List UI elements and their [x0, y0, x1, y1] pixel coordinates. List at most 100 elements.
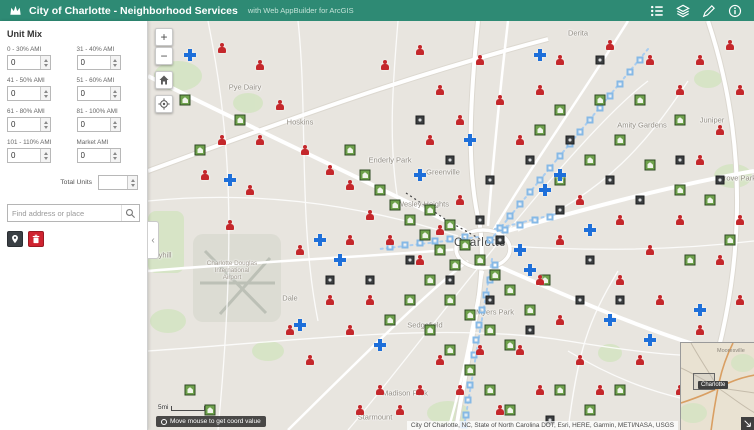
- search-button[interactable]: [121, 205, 139, 221]
- field-input[interactable]: [77, 118, 110, 131]
- marker-dark[interactable]: [525, 325, 535, 335]
- marker-dark[interactable]: [615, 295, 625, 305]
- marker-cross[interactable]: [644, 334, 656, 346]
- spinner-arrows[interactable]: [109, 56, 120, 69]
- marker-red[interactable]: [456, 195, 464, 205]
- marker-rail[interactable]: [626, 68, 634, 76]
- marker-red[interactable]: [696, 155, 704, 165]
- marker-rail[interactable]: [516, 200, 524, 208]
- marker-dark[interactable]: [475, 215, 485, 225]
- marker-dark[interactable]: [595, 55, 605, 65]
- marker-green[interactable]: [464, 309, 476, 321]
- marker-red[interactable]: [616, 215, 624, 225]
- marker-green[interactable]: [594, 94, 606, 106]
- marker-green[interactable]: [464, 364, 476, 376]
- info-button[interactable]: [727, 3, 742, 18]
- marker-cross[interactable]: [334, 254, 346, 266]
- marker-rail[interactable]: [462, 411, 470, 419]
- marker-rail[interactable]: [556, 152, 564, 160]
- marker-red[interactable]: [256, 60, 264, 70]
- marker-cross[interactable]: [464, 134, 476, 146]
- legend-button[interactable]: [649, 3, 664, 18]
- marker-rail[interactable]: [576, 128, 584, 136]
- marker-red[interactable]: [556, 55, 564, 65]
- marker-red[interactable]: [576, 195, 584, 205]
- marker-cross[interactable]: [524, 264, 536, 276]
- marker-red[interactable]: [201, 170, 209, 180]
- marker-red[interactable]: [366, 210, 374, 220]
- map-canvas[interactable]: Derita Pye Dairy Hoskins Enderly Park Greenv…: [148, 21, 754, 430]
- marker-dark[interactable]: [675, 155, 685, 165]
- marker-rail[interactable]: [506, 212, 514, 220]
- marker-red[interactable]: [716, 125, 724, 135]
- marker-red[interactable]: [496, 405, 504, 415]
- panel-collapse-button[interactable]: ‹: [148, 221, 159, 259]
- marker-red[interactable]: [556, 235, 564, 245]
- marker-red[interactable]: [496, 95, 504, 105]
- marker-rail[interactable]: [464, 396, 472, 404]
- field-input[interactable]: [8, 56, 40, 69]
- marker-red[interactable]: [606, 40, 614, 50]
- marker-red[interactable]: [218, 135, 226, 145]
- marker-green[interactable]: [404, 294, 416, 306]
- marker-green[interactable]: [474, 254, 486, 266]
- marker-red[interactable]: [276, 100, 284, 110]
- marker-red[interactable]: [326, 165, 334, 175]
- marker-rail[interactable]: [531, 216, 539, 224]
- clear-graphics-button[interactable]: [28, 231, 44, 247]
- marker-red[interactable]: [346, 180, 354, 190]
- marker-red[interactable]: [256, 135, 264, 145]
- marker-rail[interactable]: [472, 336, 480, 344]
- field-input[interactable]: [8, 87, 40, 100]
- marker-red[interactable]: [436, 225, 444, 235]
- marker-red[interactable]: [556, 315, 564, 325]
- total-units-input[interactable]: [99, 176, 127, 189]
- marker-dark[interactable]: [605, 175, 615, 185]
- marker-green[interactable]: [389, 199, 401, 211]
- marker-green[interactable]: [524, 304, 536, 316]
- marker-red[interactable]: [436, 355, 444, 365]
- marker-red[interactable]: [536, 385, 544, 395]
- marker-rail[interactable]: [616, 80, 624, 88]
- marker-red[interactable]: [536, 275, 544, 285]
- marker-green[interactable]: [484, 324, 496, 336]
- marker-dark[interactable]: [445, 155, 455, 165]
- marker-dark[interactable]: [365, 275, 375, 285]
- marker-rail[interactable]: [526, 188, 534, 196]
- marker-green[interactable]: [444, 344, 456, 356]
- marker-dark[interactable]: [445, 275, 455, 285]
- marker-rail[interactable]: [596, 104, 604, 112]
- marker-green[interactable]: [534, 124, 546, 136]
- marker-green[interactable]: [504, 404, 516, 416]
- marker-cross[interactable]: [184, 49, 196, 61]
- marker-red[interactable]: [646, 245, 654, 255]
- marker-green[interactable]: [489, 269, 501, 281]
- marker-cross[interactable]: [314, 234, 326, 246]
- spinner-arrows[interactable]: [127, 176, 137, 189]
- marker-dark[interactable]: [715, 175, 725, 185]
- marker-red[interactable]: [436, 85, 444, 95]
- marker-red[interactable]: [346, 325, 354, 335]
- field-input[interactable]: [77, 149, 110, 162]
- marker-green[interactable]: [634, 94, 646, 106]
- marker-dark[interactable]: [575, 295, 585, 305]
- marker-red[interactable]: [296, 245, 304, 255]
- marker-green[interactable]: [424, 274, 436, 286]
- marker-green[interactable]: [359, 169, 371, 181]
- marker-red[interactable]: [456, 115, 464, 125]
- marker-red[interactable]: [676, 85, 684, 95]
- marker-red[interactable]: [326, 295, 334, 305]
- marker-cross[interactable]: [539, 184, 551, 196]
- marker-green[interactable]: [704, 194, 716, 206]
- marker-red[interactable]: [356, 405, 364, 415]
- marker-red[interactable]: [386, 235, 394, 245]
- marker-dark[interactable]: [485, 175, 495, 185]
- marker-dark[interactable]: [565, 135, 575, 145]
- marker-green[interactable]: [684, 254, 696, 266]
- marker-dark[interactable]: [555, 205, 565, 215]
- marker-green[interactable]: [614, 134, 626, 146]
- marker-cross[interactable]: [534, 49, 546, 61]
- marker-red[interactable]: [696, 325, 704, 335]
- marker-rail[interactable]: [416, 239, 424, 247]
- marker-green[interactable]: [644, 159, 656, 171]
